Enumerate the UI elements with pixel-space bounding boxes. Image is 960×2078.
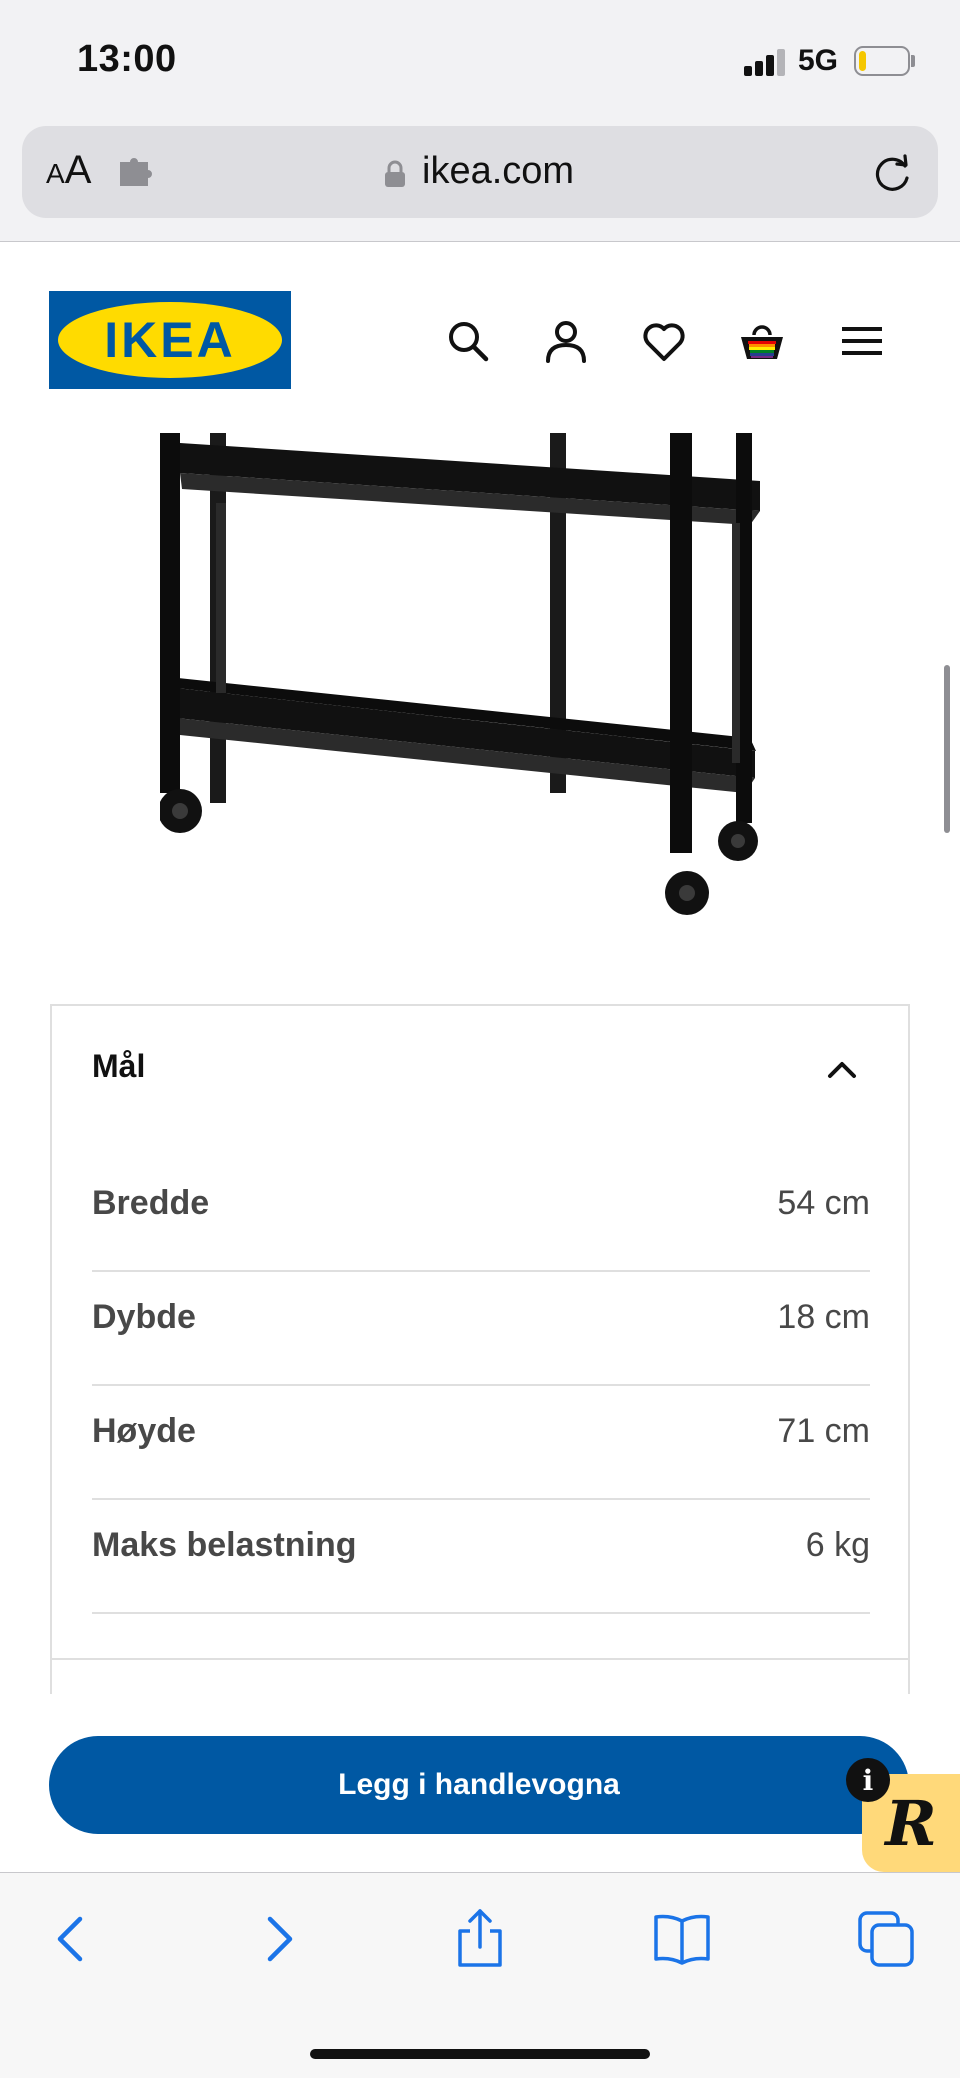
add-to-cart-button[interactable]: Legg i handlevogna bbox=[49, 1736, 909, 1834]
dimension-row-height: Høyde 71 cm bbox=[92, 1386, 870, 1500]
puzzle-extension-icon[interactable] bbox=[118, 156, 158, 190]
text-size-button[interactable]: AA bbox=[46, 148, 91, 193]
heart-icon[interactable] bbox=[640, 317, 688, 365]
account-icon[interactable] bbox=[542, 317, 590, 365]
forward-icon[interactable] bbox=[246, 1907, 310, 1971]
dimension-value: 18 cm bbox=[777, 1298, 870, 1336]
dimensions-title: Mål bbox=[92, 1048, 146, 1084]
text-size-large-label: A bbox=[64, 148, 92, 192]
site-header: IKEA bbox=[0, 243, 960, 433]
logo-text: IKEA bbox=[104, 312, 235, 368]
panel-divider bbox=[52, 1658, 908, 1660]
bookmarks-icon[interactable] bbox=[650, 1907, 714, 1971]
dimension-value: 6 kg bbox=[805, 1526, 870, 1564]
address-bar[interactable]: AA ikea.com bbox=[22, 126, 938, 218]
dimensions-header[interactable]: Mål bbox=[52, 1006, 908, 1122]
dimension-label: Maks belastning bbox=[92, 1526, 357, 1564]
share-icon[interactable] bbox=[448, 1907, 512, 1971]
page-scrollbar[interactable] bbox=[944, 665, 950, 833]
dimension-label: Høyde bbox=[92, 1412, 196, 1450]
dimensions-panel: Mål Bredde 54 cm Dybde 18 cm Høyde 71 cm… bbox=[50, 1004, 910, 1694]
chevron-up-icon[interactable] bbox=[822, 1054, 862, 1084]
text-size-small-label: A bbox=[46, 158, 65, 189]
browser-address-area: AA ikea.com bbox=[0, 120, 960, 242]
url-text[interactable]: ikea.com bbox=[422, 150, 574, 193]
back-icon[interactable] bbox=[40, 1907, 104, 1971]
reload-icon[interactable] bbox=[870, 152, 914, 196]
dimension-label: Dybde bbox=[92, 1298, 196, 1336]
dimension-value: 54 cm bbox=[777, 1184, 870, 1222]
dimension-row-max-load: Maks belastning 6 kg bbox=[92, 1500, 870, 1614]
browser-toolbar bbox=[0, 1872, 960, 2078]
basket-icon[interactable] bbox=[738, 317, 786, 365]
dimension-label: Bredde bbox=[92, 1184, 210, 1222]
battery-icon bbox=[854, 46, 910, 76]
battery-cap bbox=[911, 55, 915, 67]
search-icon[interactable] bbox=[444, 317, 492, 365]
dimension-value: 71 cm bbox=[777, 1412, 870, 1450]
lock-icon bbox=[385, 160, 405, 187]
network-type: 5G bbox=[798, 44, 839, 77]
dimension-row-width: Bredde 54 cm bbox=[92, 1158, 870, 1272]
menu-icon[interactable] bbox=[838, 317, 886, 365]
ikea-logo[interactable]: IKEA bbox=[49, 291, 291, 389]
cellular-signal-icon bbox=[744, 48, 788, 76]
home-indicator bbox=[310, 2049, 650, 2059]
dimensions-list: Bredde 54 cm Dybde 18 cm Høyde 71 cm Mak… bbox=[92, 1158, 870, 1614]
status-time: 13:00 bbox=[77, 38, 177, 80]
info-icon[interactable]: i bbox=[846, 1758, 890, 1802]
tabs-icon[interactable] bbox=[854, 1907, 918, 1971]
dimension-row-depth: Dybde 18 cm bbox=[92, 1272, 870, 1386]
status-bar: 13:00 5G bbox=[0, 0, 960, 120]
product-image bbox=[160, 433, 760, 915]
